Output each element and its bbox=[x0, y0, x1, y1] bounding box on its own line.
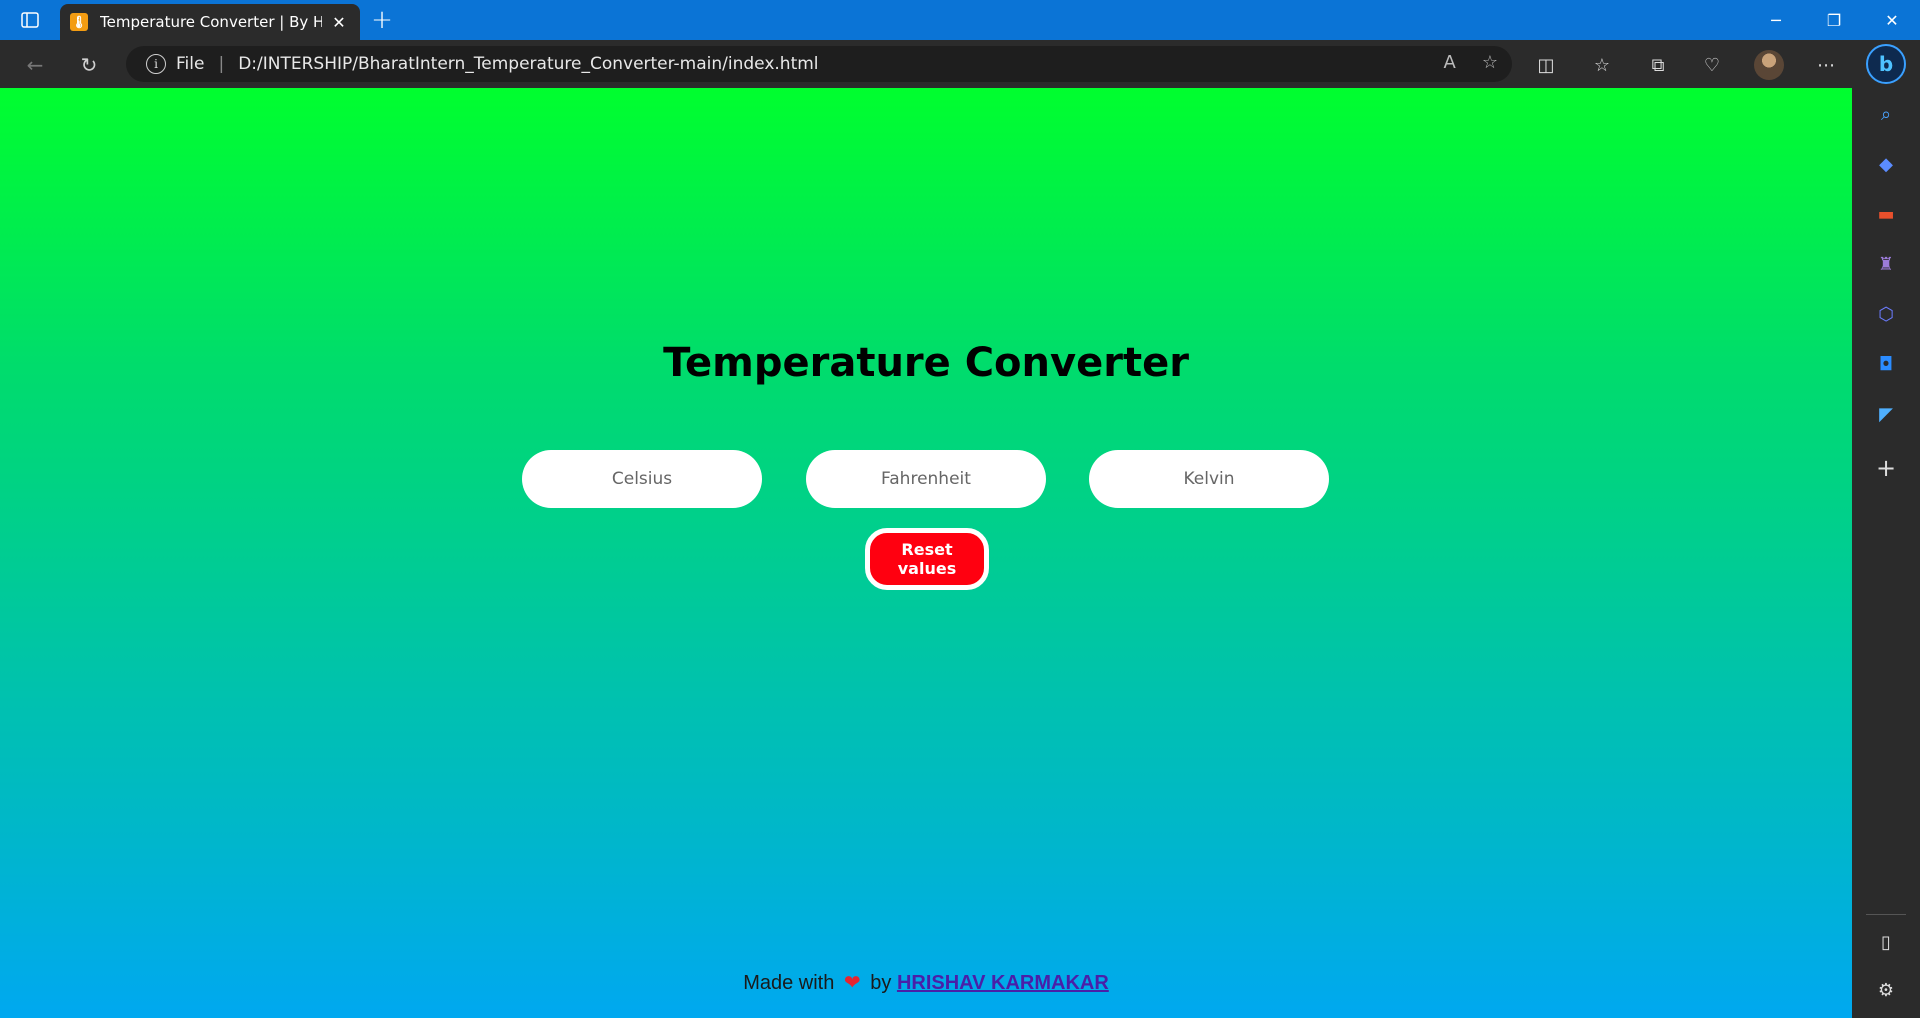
hide-sidebar-icon[interactable]: ▯ bbox=[1870, 926, 1902, 958]
restore-button[interactable]: ❐ bbox=[1806, 0, 1862, 40]
fahrenheit-input[interactable] bbox=[806, 450, 1046, 508]
tools-icon[interactable]: ▬ bbox=[1870, 198, 1902, 230]
outlook-icon[interactable]: ◘ bbox=[1870, 348, 1902, 380]
favorite-star-icon[interactable]: ☆ bbox=[1482, 52, 1498, 73]
games-icon[interactable]: ♜ bbox=[1870, 248, 1902, 280]
footer-prefix: Made with bbox=[743, 972, 835, 994]
reset-values-button[interactable]: Reset values bbox=[865, 528, 989, 590]
browser-tab[interactable]: 🌡 Temperature Converter | By HRISHAV KAR… bbox=[60, 4, 360, 40]
add-sidebar-app-icon[interactable]: + bbox=[1870, 452, 1902, 484]
drop-icon[interactable]: ◤ bbox=[1870, 398, 1902, 430]
page-content: Temperature Converter Reset values Made … bbox=[0, 88, 1852, 1018]
url-separator: | bbox=[218, 54, 225, 74]
tab-title: Temperature Converter | By HRISHAV KARMA… bbox=[100, 13, 322, 31]
profile-avatar[interactable] bbox=[1754, 50, 1784, 80]
read-aloud-icon[interactable]: A bbox=[1444, 52, 1456, 73]
info-icon[interactable]: i bbox=[146, 54, 166, 74]
close-window-button[interactable]: ✕ bbox=[1864, 0, 1920, 40]
browser-essentials-icon[interactable]: ♡ bbox=[1698, 52, 1726, 78]
thermometer-icon: 🌡 bbox=[70, 13, 88, 31]
shopping-tag-icon[interactable]: ◆ bbox=[1870, 148, 1902, 180]
title-bar: 🌡 Temperature Converter | By HRISHAV KAR… bbox=[0, 0, 1920, 40]
new-tab-button[interactable]: + bbox=[368, 5, 396, 35]
more-options-icon[interactable]: ⋯ bbox=[1812, 52, 1840, 78]
microsoft-365-icon[interactable]: ⬡ bbox=[1870, 298, 1902, 330]
favorites-icon[interactable]: ☆ bbox=[1588, 52, 1616, 78]
page-title: Temperature Converter bbox=[663, 340, 1189, 386]
navigation-bar: ← ↻ i File | D:/INTERSHIP/BharatIntern_T… bbox=[0, 40, 1920, 88]
author-link[interactable]: HRISHAV KARMAKAR bbox=[897, 972, 1109, 994]
back-button[interactable]: ← bbox=[20, 50, 50, 80]
edge-sidebar: ⌕ ◆ ▬ ♜ ⬡ ◘ ◤ + ▯ ⚙ bbox=[1852, 88, 1920, 1018]
heart-icon: ❤ bbox=[843, 972, 861, 994]
celsius-input[interactable] bbox=[522, 450, 762, 508]
sidebar-divider bbox=[1866, 914, 1906, 915]
split-screen-icon[interactable]: ◫ bbox=[1532, 52, 1560, 78]
kelvin-input[interactable] bbox=[1089, 450, 1329, 508]
footer-by: by bbox=[870, 972, 892, 994]
refresh-button[interactable]: ↻ bbox=[74, 50, 104, 80]
url-scheme: File bbox=[176, 54, 205, 74]
tab-close-icon[interactable]: ✕ bbox=[328, 11, 350, 33]
tab-actions-icon[interactable] bbox=[12, 6, 48, 34]
collections-icon[interactable]: ⧉ bbox=[1644, 52, 1672, 78]
bing-copilot-icon[interactable]: b bbox=[1866, 44, 1906, 84]
url-text[interactable]: D:/INTERSHIP/BharatIntern_Temperature_Co… bbox=[238, 54, 818, 74]
address-bar[interactable]: i File | D:/INTERSHIP/BharatIntern_Tempe… bbox=[126, 46, 1512, 82]
footer: Made with ❤ by HRISHAV KARMAKAR bbox=[0, 970, 1852, 995]
minimize-button[interactable]: ─ bbox=[1748, 0, 1804, 40]
settings-gear-icon[interactable]: ⚙ bbox=[1870, 974, 1902, 1006]
search-icon[interactable]: ⌕ bbox=[1870, 98, 1902, 130]
